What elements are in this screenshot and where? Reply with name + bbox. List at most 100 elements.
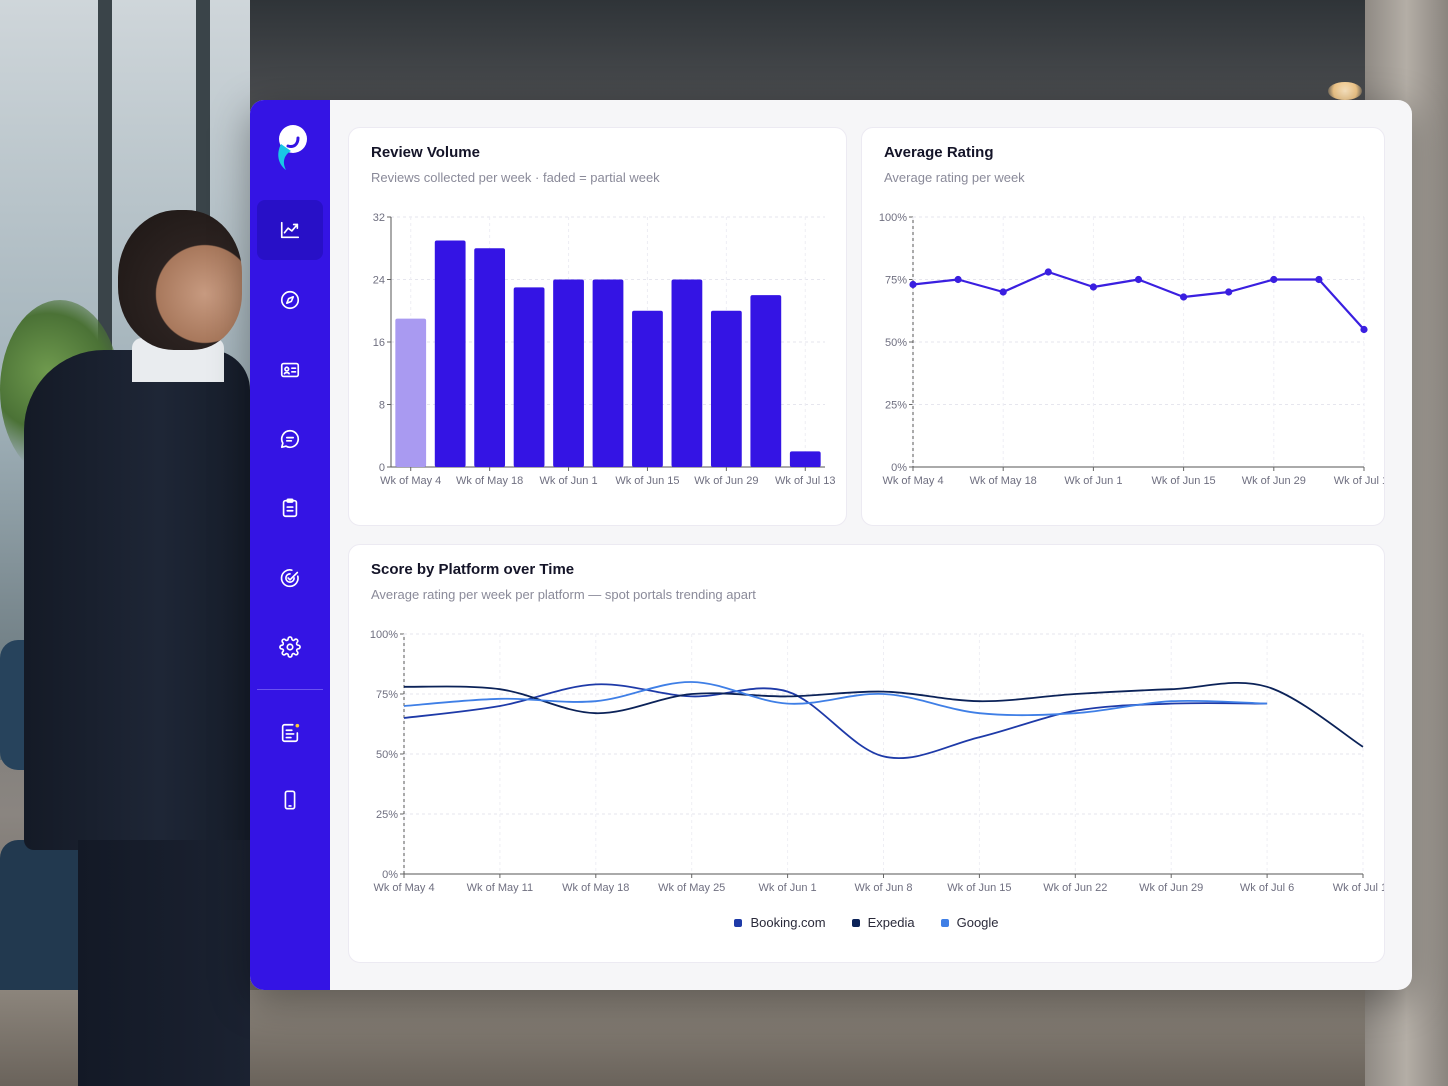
- x-tick-label: Wk of Jun 8: [854, 882, 912, 894]
- sidebar-item-analytics[interactable]: [257, 200, 323, 260]
- x-tick-label: Wk of May 18: [970, 475, 1037, 487]
- legend-item-booking[interactable]: Booking.com: [734, 915, 826, 930]
- x-tick-label: Wk of Jun 15: [1151, 475, 1215, 487]
- legend-label: Expedia: [867, 915, 915, 930]
- legend-label: Booking.com: [750, 915, 826, 930]
- x-tick-label: Wk of May 18: [562, 882, 629, 894]
- bar: [592, 279, 624, 467]
- legend-item-expedia[interactable]: Expedia: [851, 915, 915, 930]
- sidebar-item-goals[interactable]: [257, 548, 323, 608]
- legend-swatch: [851, 918, 860, 927]
- sidebar-divider: [257, 689, 323, 690]
- y-tick-label: 16: [373, 337, 385, 349]
- x-tick-label: Wk of Jun 29: [1242, 475, 1306, 487]
- background-lamp: [1328, 82, 1362, 100]
- y-tick-label: 0: [379, 462, 385, 474]
- x-tick-label: Wk of May 4: [380, 475, 441, 487]
- x-tick-label: Wk of Jun 29: [1139, 882, 1203, 894]
- rating-point: [1270, 275, 1278, 284]
- chart-trend-icon: [280, 221, 300, 239]
- person-body: [24, 350, 250, 850]
- x-tick-label: Wk of Jul 6: [1240, 882, 1294, 894]
- legend-swatch: [734, 918, 743, 927]
- rating-point: [1360, 325, 1368, 334]
- x-tick-label: Wk of Jul 13: [1334, 475, 1384, 487]
- bar: [710, 310, 742, 467]
- bar: [789, 451, 821, 467]
- rating-point: [909, 280, 917, 289]
- sidebar: [250, 100, 330, 990]
- y-tick-label: 100%: [879, 212, 907, 224]
- bar: [750, 295, 782, 467]
- y-tick-label: 50%: [376, 749, 398, 761]
- clipboard-icon: [282, 498, 298, 518]
- bar: [671, 279, 703, 467]
- bar: [632, 310, 663, 467]
- y-tick-label: 50%: [885, 337, 907, 349]
- rating-point: [1044, 268, 1052, 276]
- rating-point: [1180, 293, 1188, 301]
- target-check-icon: [280, 569, 299, 588]
- sidebar-item-explore[interactable]: [257, 270, 323, 330]
- compass-icon: [280, 290, 300, 310]
- rating-point: [1315, 275, 1323, 284]
- chart-legend: Booking.com Expedia Google: [349, 915, 1384, 930]
- legend-swatch: [940, 918, 949, 927]
- background-ceiling: [250, 0, 1365, 100]
- review-volume-chart: 0 8 16 24 32 Wk of May 4 Wk of May 18 Wk of Jun…: [373, 212, 836, 487]
- y-tick-label: 0%: [891, 462, 907, 474]
- y-tick-label: 24: [373, 275, 385, 287]
- x-tick-label: Wk of Jul 13: [775, 475, 836, 487]
- sidebar-item-profiles[interactable]: [257, 340, 323, 400]
- rating-point: [954, 275, 962, 284]
- rating-point: [1134, 275, 1143, 284]
- legend-item-google[interactable]: Google: [940, 915, 999, 930]
- rating-point: [999, 288, 1007, 296]
- y-tick-label: 8: [379, 400, 385, 412]
- platform-score-chart: 0% 25% 50% 75% 100% Wk of May 4 Wk of May 11 Wk…: [370, 629, 1384, 894]
- average-rating-chart: 0% 25% 50% 75% 100% Wk of May 4 Wk of May 18 Wk…: [879, 212, 1384, 487]
- x-tick-label: Wk of Jun 15: [615, 475, 679, 487]
- platform-score-card: Score by Platform over Time Average rati…: [348, 544, 1385, 963]
- booking-line: [403, 683, 1268, 760]
- x-tick-label: Wk of May 18: [456, 475, 523, 487]
- sidebar-item-notes[interactable]: [257, 703, 323, 763]
- rating-point: [1225, 288, 1233, 296]
- y-tick-label: 0%: [382, 869, 398, 881]
- x-tick-label: Wk of Jun 22: [1043, 882, 1107, 894]
- x-tick-label: Wk of Jun 1: [540, 475, 598, 487]
- y-tick-label: 75%: [376, 689, 398, 701]
- sidebar-item-tasks[interactable]: [257, 478, 323, 538]
- legend-label: Google: [956, 915, 999, 930]
- x-tick-label: Wk of Jun 1: [1064, 475, 1122, 487]
- bar: [395, 318, 427, 467]
- average-rating-card: Average Rating Average rating per week 0…: [861, 127, 1385, 526]
- sidebar-item-settings[interactable]: [257, 617, 323, 677]
- x-tick-label: Wk of Jul 13: [1333, 882, 1384, 894]
- dashboard-window: Review Volume Reviews collected per week…: [250, 100, 1412, 990]
- x-tick-label: Wk of Jun 1: [759, 882, 817, 894]
- brand-logo-icon[interactable]: [272, 122, 310, 174]
- chat-bubble-icon: [280, 429, 300, 449]
- y-tick-label: 25%: [885, 400, 907, 412]
- x-tick-label: Wk of May 4: [882, 475, 943, 487]
- rating-point: [1089, 283, 1097, 291]
- sidebar-item-messages[interactable]: [257, 409, 323, 469]
- y-tick-label: 25%: [376, 809, 398, 821]
- bar: [474, 248, 506, 467]
- sidebar-item-mobile[interactable]: [257, 770, 323, 830]
- person-head: [118, 210, 242, 350]
- bar: [434, 240, 466, 467]
- x-tick-label: Wk of May 11: [467, 882, 533, 894]
- y-tick-label: 75%: [885, 275, 907, 287]
- x-tick-label: Wk of May 25: [658, 882, 725, 894]
- x-tick-label: Wk of Jun 29: [694, 475, 758, 487]
- person-legs: [78, 840, 250, 1086]
- x-tick-label: Wk of May 4: [373, 882, 434, 894]
- y-tick-label: 100%: [370, 629, 398, 641]
- bar: [513, 287, 545, 467]
- id-card-icon: [280, 362, 300, 378]
- gear-icon: [279, 636, 301, 658]
- mobile-phone-icon: [284, 790, 296, 810]
- background-chair: [0, 840, 85, 1010]
